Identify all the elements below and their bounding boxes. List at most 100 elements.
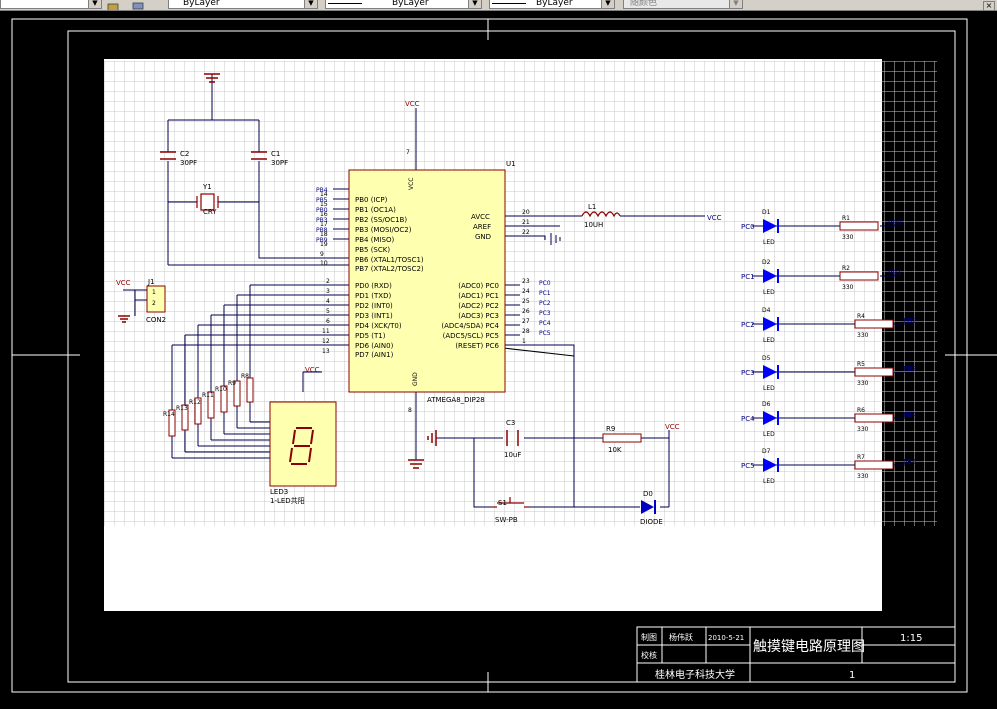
linetype-swatch-icon: [328, 3, 362, 4]
l1-ref: L1: [588, 203, 596, 211]
r9-ref: R9: [606, 425, 615, 433]
drawn-label: 制图: [641, 632, 657, 642]
layer-stack-icon[interactable]: [131, 0, 145, 10]
svg-text:PD4 (XCK/T0): PD4 (XCK/T0): [355, 322, 402, 330]
mcu-part: ATMEGA8_DIP28: [427, 396, 485, 404]
svg-text:10: 10: [320, 260, 328, 267]
svg-text:PD3 (INT1): PD3 (INT1): [355, 312, 393, 320]
lineweight-dropdown[interactable]: ByLayer ▼: [489, 0, 615, 9]
led-resistor-value: 330: [857, 426, 869, 433]
svg-text:11: 11: [322, 328, 330, 335]
svg-text:3: 3: [326, 288, 330, 295]
svg-text:2: 2: [152, 300, 156, 307]
led-resistor-ref: R7: [857, 454, 865, 461]
seven-segment-display: [269, 401, 337, 487]
svg-text:PB5 (SCK): PB5 (SCK): [355, 246, 390, 254]
drawing-canvas[interactable]: U1 ATMEGA8_DIP28 VCC 7 8 VCC GND PB0 (IC…: [0, 11, 997, 705]
led-net-in-label: PC3: [741, 369, 755, 377]
svg-text:24: 24: [522, 288, 530, 295]
svg-text:PB3: PB3: [316, 217, 328, 224]
d0-ref: D0: [643, 490, 653, 498]
svg-text:R9: R9: [228, 380, 236, 387]
svg-text:(ADC1) PC1: (ADC1) PC1: [458, 292, 499, 300]
crystal-ref: Y1: [202, 183, 212, 191]
led-ref: D2: [762, 259, 771, 266]
j1-ref: J1: [147, 278, 155, 286]
svg-text:21: 21: [522, 219, 530, 226]
led-ref: D5: [762, 355, 771, 362]
svg-text:R11: R11: [202, 392, 214, 399]
svg-text:28: 28: [522, 328, 530, 335]
svg-text:R8: R8: [241, 373, 249, 380]
svg-text:4: 4: [326, 298, 330, 305]
led-resistor: [854, 460, 894, 470]
led-value: LED: [763, 337, 775, 344]
mcu-gnd-pin: GND: [412, 372, 419, 386]
svg-text:(ADC5/SCL) PC5: (ADC5/SCL) PC5: [443, 332, 499, 340]
svg-text:PB1 (OC1A): PB1 (OC1A): [355, 206, 396, 214]
svg-text:PD2 (INT0): PD2 (INT0): [355, 302, 393, 310]
svg-text:PB5: PB5: [316, 197, 328, 204]
led-net-in-label: PC0: [741, 223, 755, 231]
svg-text:(ADC0) PC0: (ADC0) PC0: [458, 282, 499, 290]
svg-text:25: 25: [522, 298, 530, 305]
c1-value: 30PF: [271, 159, 288, 167]
svg-text:PD0 (RXD): PD0 (RXD): [355, 282, 392, 290]
led-net-out-label: PB4: [903, 411, 917, 419]
vcc-pin-num: 7: [406, 149, 410, 156]
drawn-by: 杨伟跃: [669, 632, 693, 642]
svg-text:6: 6: [326, 318, 330, 325]
led-net-out-label: PB0: [888, 219, 901, 227]
s1-value: SW-PB: [495, 516, 518, 524]
svg-text:AREF: AREF: [473, 223, 491, 231]
led-value: LED: [763, 431, 775, 438]
led-net-out-label: PB2: [903, 317, 916, 325]
svg-text:23: 23: [522, 278, 530, 285]
drawing-date: 2010-5-21: [708, 634, 744, 642]
chevron-down-icon: ▼: [729, 0, 742, 8]
svg-text:(ADC3) PC3: (ADC3) PC3: [458, 312, 499, 320]
led-net-out-label: PB1: [888, 269, 901, 277]
svg-text:PD7 (AIN1): PD7 (AIN1): [355, 351, 394, 359]
led-resistor-value: 330: [842, 234, 854, 241]
led-net-in-label: PC4: [741, 415, 755, 423]
resistor-r9: [602, 433, 642, 443]
led-ref: D1: [762, 209, 771, 216]
layer-dropdown[interactable]: ▼: [0, 0, 102, 9]
svg-text:PB9: PB9: [316, 237, 328, 244]
led-resistor-ref: R2: [842, 265, 850, 272]
sheet-number: 1: [849, 670, 855, 681]
svg-text:GND: GND: [475, 233, 491, 241]
svg-text:1: 1: [152, 289, 156, 296]
connector-j1: [146, 285, 166, 313]
color-value: ByLayer: [183, 0, 220, 8]
svg-text:22: 22: [522, 229, 530, 236]
mcu-vcc-pin: VCC: [408, 178, 415, 190]
linetype-dropdown[interactable]: ByLayer ▼: [325, 0, 482, 9]
gnd-pin-num: 8: [408, 407, 412, 414]
crystal-value: CRY: [203, 208, 217, 216]
layer-tools-icon[interactable]: [107, 0, 121, 10]
led-net-in-label: PC1: [741, 273, 755, 281]
svg-text:13: 13: [322, 348, 330, 355]
j1-vcc-label: VCC: [116, 279, 131, 287]
lineweight-value: ByLayer: [536, 0, 573, 8]
chevron-down-icon: ▼: [88, 0, 101, 8]
led-resistor-ref: R4: [857, 313, 865, 320]
led-resistor-value: 330: [857, 380, 869, 387]
led-resistor-value: 330: [857, 473, 869, 480]
led-net-in-label: PC5: [741, 462, 755, 470]
model-space[interactable]: U1 ATMEGA8_DIP28 VCC 7 8 VCC GND PB0 (IC…: [0, 11, 997, 705]
color-dropdown[interactable]: ByLayer ▼: [168, 0, 318, 9]
svg-text:R12: R12: [189, 399, 201, 406]
led7-value: 1-LED共阳: [270, 496, 305, 505]
svg-text:PB4: PB4: [316, 187, 328, 194]
d0-value: DIODE: [640, 518, 663, 526]
svg-text:PB0 (ICP): PB0 (ICP): [355, 196, 388, 204]
close-icon[interactable]: ×: [983, 1, 995, 10]
plotstyle-dropdown: 随颜色 ▼: [623, 0, 743, 9]
svg-text:PB0: PB0: [316, 207, 328, 214]
svg-text:R13: R13: [176, 405, 188, 412]
led-resistor: [854, 367, 894, 377]
chevron-down-icon: ▼: [304, 0, 317, 8]
